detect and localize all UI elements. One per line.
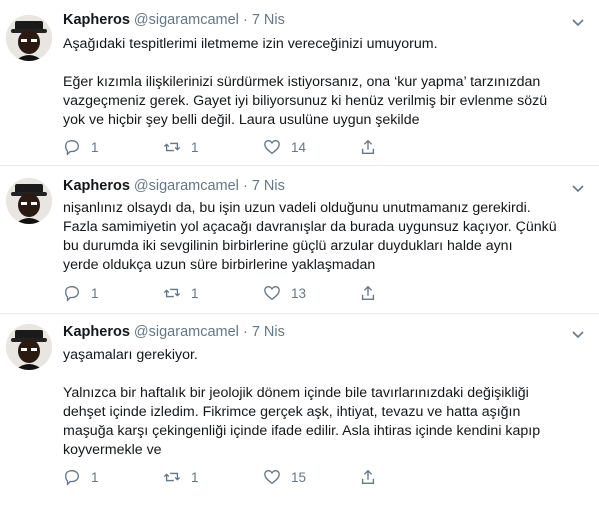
reply-button[interactable]: 1: [63, 283, 99, 303]
timestamp[interactable]: 7 Nis: [252, 324, 285, 340]
reply-count: 1: [91, 139, 99, 155]
reply-icon: [65, 470, 79, 486]
retweet-count: 1: [191, 285, 199, 301]
tweet-line: yok ve hiçbir şey belli değil. Laura usu…: [63, 112, 420, 128]
reply-button[interactable]: 1: [63, 467, 99, 487]
share-button[interactable]: [359, 283, 387, 303]
retweet-button[interactable]: 1: [163, 283, 199, 303]
chevron-down-icon[interactable]: [571, 181, 585, 195]
user-handle[interactable]: @sigaramcamel: [134, 324, 239, 340]
tweet[interactable]: Kapheros @sigaramcamel · 7 Nis Aşağıdaki…: [0, 0, 599, 166]
display-name[interactable]: Kapheros: [63, 324, 130, 340]
tweet-text: yaşamaları gerekiyor. Yalnızca bir hafta…: [63, 346, 588, 460]
like-count: 15: [291, 469, 307, 485]
tweet-line: Eğer kızımla ilişkilerinizi sürdürmek is…: [63, 74, 541, 90]
separator-dot: ·: [242, 178, 248, 194]
tweet[interactable]: Kapheros @sigaramcamel · 7 Nis nişanlını…: [0, 166, 599, 314]
like-icon: [264, 140, 280, 155]
like-count: 13: [291, 285, 307, 301]
retweet-icon: [163, 142, 181, 152]
share-icon: [361, 139, 375, 154]
reply-button[interactable]: 1: [63, 137, 99, 157]
tweet-line: koyvermekle ve: [63, 442, 162, 458]
tweet-line: [63, 365, 588, 384]
reply-count: 1: [91, 285, 99, 301]
timestamp[interactable]: 7 Nis: [252, 178, 285, 194]
like-button[interactable]: 14: [263, 137, 306, 157]
like-icon: [264, 470, 280, 485]
separator-dot: ·: [242, 12, 248, 28]
tweet-header: Kapheros @sigaramcamel · 7 Nis: [63, 323, 285, 341]
tweet-line: yerde oldukça uzun süre birbirlerine yak…: [63, 257, 376, 273]
separator-dot: ·: [242, 324, 248, 340]
display-name[interactable]: Kapheros: [63, 12, 130, 28]
retweet-icon: [163, 288, 181, 298]
tweet-header: Kapheros @sigaramcamel · 7 Nis: [63, 177, 285, 195]
tweet-actions: 1 1 15: [63, 467, 393, 487]
share-icon: [361, 285, 375, 300]
tweet-actions: 1 1 14: [63, 137, 393, 157]
user-handle[interactable]: @sigaramcamel: [134, 12, 239, 28]
chevron-down-icon[interactable]: [571, 15, 585, 29]
reply-icon: [65, 140, 79, 156]
share-icon: [361, 469, 375, 484]
tweet-header: Kapheros @sigaramcamel · 7 Nis: [63, 11, 285, 29]
retweet-button[interactable]: 1: [163, 137, 199, 157]
user-handle[interactable]: @sigaramcamel: [134, 178, 239, 194]
retweet-icon: [163, 472, 181, 482]
like-count: 14: [291, 139, 307, 155]
tweet-line: yaşamaları gerekiyor.: [63, 347, 198, 363]
tweet-line: Fazla samimiyetin yol açacağı davranışla…: [63, 219, 557, 235]
tweet-line: nişanlınız olsaydı da, bu işin uzun vade…: [63, 200, 531, 216]
tweet-text: Aşağıdaki tespitlerimi iletmeme izin ver…: [63, 35, 588, 130]
retweet-count: 1: [191, 139, 199, 155]
tweet-line: Yalnızca bir haftalık bir jeolojik dönem…: [63, 385, 529, 401]
retweet-button[interactable]: 1: [163, 467, 199, 487]
like-button[interactable]: 15: [263, 467, 306, 487]
avatar[interactable]: [6, 15, 52, 61]
tweet[interactable]: Kapheros @sigaramcamel · 7 Nis yaşamalar…: [0, 314, 599, 510]
avatar[interactable]: [6, 324, 52, 370]
chevron-down-icon[interactable]: [571, 327, 585, 341]
tweet-line: [63, 54, 588, 73]
like-button[interactable]: 13: [263, 283, 306, 303]
tweet-text: nişanlınız olsaydı da, bu işin uzun vade…: [63, 199, 588, 275]
retweet-count: 1: [191, 469, 199, 485]
timestamp[interactable]: 7 Nis: [252, 12, 285, 28]
tweet-actions: 1 1 13: [63, 283, 393, 303]
tweet-line: vazgeçmeniz gerek. Gayet iyi biliyorsunu…: [63, 93, 548, 109]
display-name[interactable]: Kapheros: [63, 178, 130, 194]
share-button[interactable]: [359, 137, 387, 157]
tweet-line: Aşağıdaki tespitlerimi iletmeme izin ver…: [63, 36, 438, 52]
like-icon: [264, 286, 280, 301]
tweet-line: maşuğa karşı çekingenliği içinde ifade e…: [63, 423, 541, 439]
tweet-line: dehşet içinde izledim. Fikrimce gerçek a…: [63, 404, 521, 420]
reply-count: 1: [91, 469, 99, 485]
avatar[interactable]: [6, 178, 52, 224]
share-button[interactable]: [359, 467, 387, 487]
tweet-line: bu durumda iki sevgilinin birbirlerine g…: [63, 238, 513, 254]
reply-icon: [65, 286, 79, 302]
